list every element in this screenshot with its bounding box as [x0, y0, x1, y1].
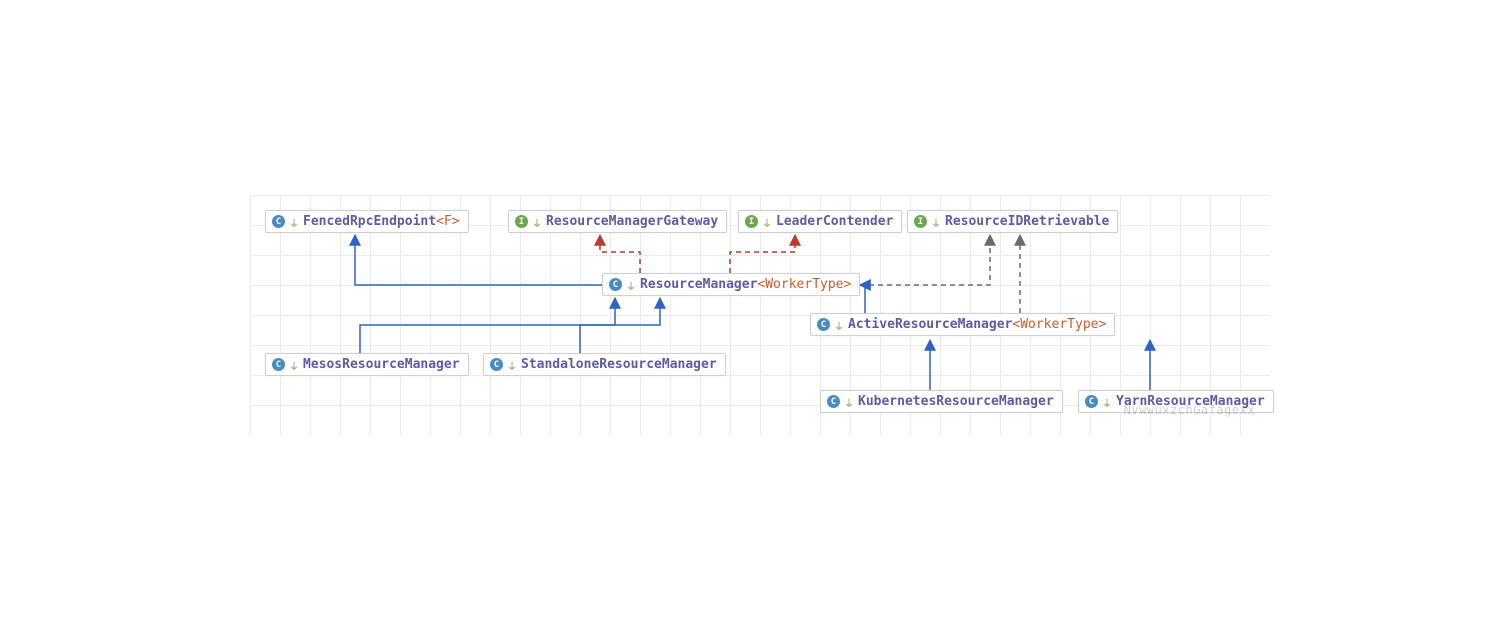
- class-icon: C: [817, 318, 830, 331]
- class-icon: C: [272, 215, 285, 228]
- connector-icon: ⏚: [1102, 395, 1112, 410]
- connector-icon: ⏚: [289, 358, 299, 373]
- interface-icon: I: [515, 215, 528, 228]
- connector-icon: ⏚: [507, 358, 517, 373]
- node-label: MesosResourceManager: [303, 357, 460, 372]
- diagram-canvas: C ⏚ FencedRpcEndpoint<F> I ⏚ ResourceMan…: [250, 195, 1270, 435]
- node-label: LeaderContender: [776, 214, 893, 229]
- connector-icon: ⏚: [289, 215, 299, 230]
- connector-icon: ⏚: [834, 318, 844, 333]
- connector-icon: ⏚: [844, 395, 854, 410]
- connector-icon: ⏚: [626, 278, 636, 293]
- node-label: KubernetesResourceManager: [858, 394, 1054, 409]
- node-label: ResourceIDRetrievable: [945, 214, 1109, 229]
- node-resource-manager-gateway[interactable]: I ⏚ ResourceManagerGateway: [508, 210, 727, 233]
- node-leader-contender[interactable]: I ⏚ LeaderContender: [738, 210, 902, 233]
- interface-icon: I: [914, 215, 927, 228]
- class-icon: C: [490, 358, 503, 371]
- node-fenced-rpc-endpoint[interactable]: C ⏚ FencedRpcEndpoint<F>: [265, 210, 469, 233]
- connector-icon: ⏚: [931, 215, 941, 230]
- node-resource-id-retrievable[interactable]: I ⏚ ResourceIDRetrievable: [907, 210, 1118, 233]
- node-label: ResourceManagerGateway: [546, 214, 718, 229]
- class-icon: C: [609, 278, 622, 291]
- interface-icon: I: [745, 215, 758, 228]
- node-kubernetes-resource-manager[interactable]: C ⏚ KubernetesResourceManager: [820, 390, 1063, 413]
- node-active-resource-manager[interactable]: C ⏚ ActiveResourceManager<WorkerType>: [810, 313, 1115, 336]
- connector-icon: ⏚: [762, 215, 772, 230]
- node-label: ResourceManager<WorkerType>: [640, 277, 851, 292]
- connector-icon: ⏚: [532, 215, 542, 230]
- class-icon: C: [827, 395, 840, 408]
- class-icon: C: [1085, 395, 1098, 408]
- node-resource-manager[interactable]: C ⏚ ResourceManager<WorkerType>: [602, 273, 860, 296]
- node-label: FencedRpcEndpoint<F>: [303, 214, 460, 229]
- node-label: ActiveResourceManager<WorkerType>: [848, 317, 1106, 332]
- node-standalone-resource-manager[interactable]: C ⏚ StandaloneResourceManager: [483, 353, 726, 376]
- class-icon: C: [272, 358, 285, 371]
- watermark-text: NvwwuxzchGafagexx: [1124, 403, 1255, 417]
- node-mesos-resource-manager[interactable]: C ⏚ MesosResourceManager: [265, 353, 469, 376]
- node-label: StandaloneResourceManager: [521, 357, 717, 372]
